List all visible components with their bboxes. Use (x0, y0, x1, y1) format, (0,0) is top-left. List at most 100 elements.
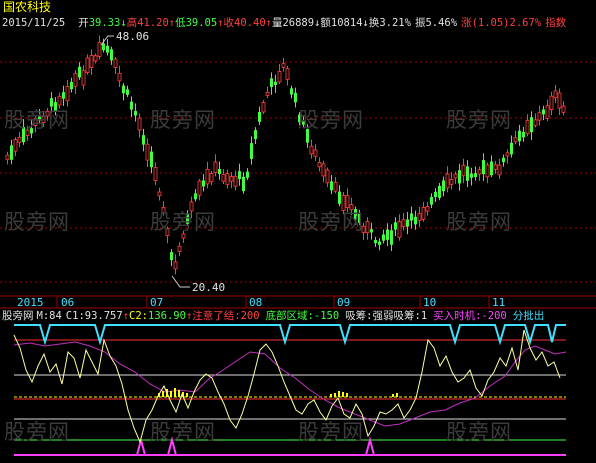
candle-body (410, 213, 413, 221)
watermark: 股旁网 (446, 420, 512, 444)
indicator-bar (174, 388, 176, 397)
candle-body (317, 162, 322, 168)
open-label: 开 (78, 17, 89, 29)
candle-body (438, 185, 441, 198)
candle-body (70, 81, 73, 90)
candle-body (442, 180, 445, 192)
indicator-bar (392, 394, 394, 397)
candle-body (397, 221, 402, 238)
candle-body (277, 71, 282, 83)
indicator-bar (396, 393, 398, 397)
volume-value: 26889 (282, 17, 315, 29)
candle-body (382, 234, 385, 241)
candle-body (97, 42, 102, 57)
candle-body (461, 164, 466, 177)
time-axis-separators (0, 295, 596, 309)
time-axis-label: 07 (150, 296, 164, 309)
high-value: 41.20 (137, 17, 169, 29)
candle-body (453, 173, 458, 179)
candle-body (490, 161, 493, 176)
candle-body (445, 173, 450, 189)
candle-body (530, 117, 533, 133)
time-axis-label: 09 (337, 296, 351, 309)
candle-body (281, 63, 286, 68)
candle-body (365, 221, 370, 234)
index-link[interactable]: 指数 (545, 17, 566, 29)
buy-timing-label: 买入时机:-200 (433, 310, 507, 322)
candle-body (510, 142, 513, 155)
watermark: 股旁网 (150, 210, 216, 234)
candle-body (557, 92, 562, 109)
candle-body (142, 135, 145, 145)
candle-body (258, 111, 261, 122)
watermark: 股旁网 (150, 108, 216, 132)
candle-body (78, 66, 81, 78)
candle-body (370, 229, 373, 233)
candle-body (417, 213, 422, 221)
candle-body (202, 180, 205, 187)
candle-body (434, 191, 437, 197)
candle-body (102, 43, 105, 51)
indicator-bar (178, 390, 180, 397)
quote-line: 2015/11/25 开39.33↓高41.20↑低39.05↑收40.40↑量2… (2, 17, 566, 30)
candle-body (209, 173, 214, 183)
candle-body (170, 252, 173, 261)
candle-body (525, 119, 530, 135)
indicator-bar (342, 392, 344, 397)
candle-body (150, 151, 153, 168)
indicator-bar (330, 394, 332, 397)
candle-body (458, 170, 461, 184)
candle-body (505, 152, 510, 157)
candle-body (414, 216, 417, 225)
candle-body (265, 91, 270, 96)
indicator-bar (334, 393, 336, 397)
candle-body (5, 154, 10, 161)
candle-body (549, 95, 554, 110)
watermark: 股旁网 (298, 210, 364, 234)
candle-body (466, 166, 469, 181)
watermark: 股旁网 (4, 210, 70, 234)
candle-body (85, 57, 90, 73)
candle-body (62, 92, 65, 99)
candle-body (449, 179, 454, 185)
watermark: 股旁网 (4, 108, 70, 132)
quote-date: 2015/11/25 (2, 17, 66, 29)
candle-body (173, 261, 178, 270)
change-value: (1.05)2.67% (471, 17, 542, 29)
candle-body (374, 239, 377, 244)
watermark: 股旁网 (150, 420, 216, 444)
indicator-m-value: M:84 (36, 310, 62, 322)
candle-body (321, 163, 326, 177)
candle-body (474, 173, 477, 177)
candle-body (561, 105, 566, 113)
time-axis-label: 08 (249, 296, 263, 309)
candle-body (13, 139, 18, 152)
stock-title[interactable]: 国农科技 (3, 1, 51, 14)
candle-body (338, 191, 341, 204)
amplitude-value: 5.46% (425, 17, 458, 29)
candle-body (406, 219, 409, 227)
candle-body (218, 168, 221, 175)
candle-body (313, 149, 318, 157)
candle-body (537, 112, 542, 121)
candle-body (93, 55, 98, 62)
time-axis-label: 2015 (17, 296, 44, 309)
candle-body (242, 176, 245, 192)
amount-label: 额 (320, 17, 331, 29)
indicator-bar (162, 391, 164, 397)
candle-body (117, 73, 122, 82)
candle-body (542, 109, 545, 115)
indicator-bar (186, 393, 188, 397)
candle-body (145, 143, 150, 161)
candle-body (73, 73, 78, 87)
candle-body (246, 171, 249, 178)
candle-body (130, 101, 133, 110)
candle-body (89, 55, 94, 68)
candle-body (153, 166, 158, 181)
candle-body (113, 58, 118, 68)
candle-body (229, 176, 234, 182)
candle-body (10, 145, 13, 160)
turnover-label: 换 (368, 17, 380, 29)
indicator-name[interactable]: 股旁网 (2, 310, 34, 322)
candle-body (194, 193, 197, 200)
